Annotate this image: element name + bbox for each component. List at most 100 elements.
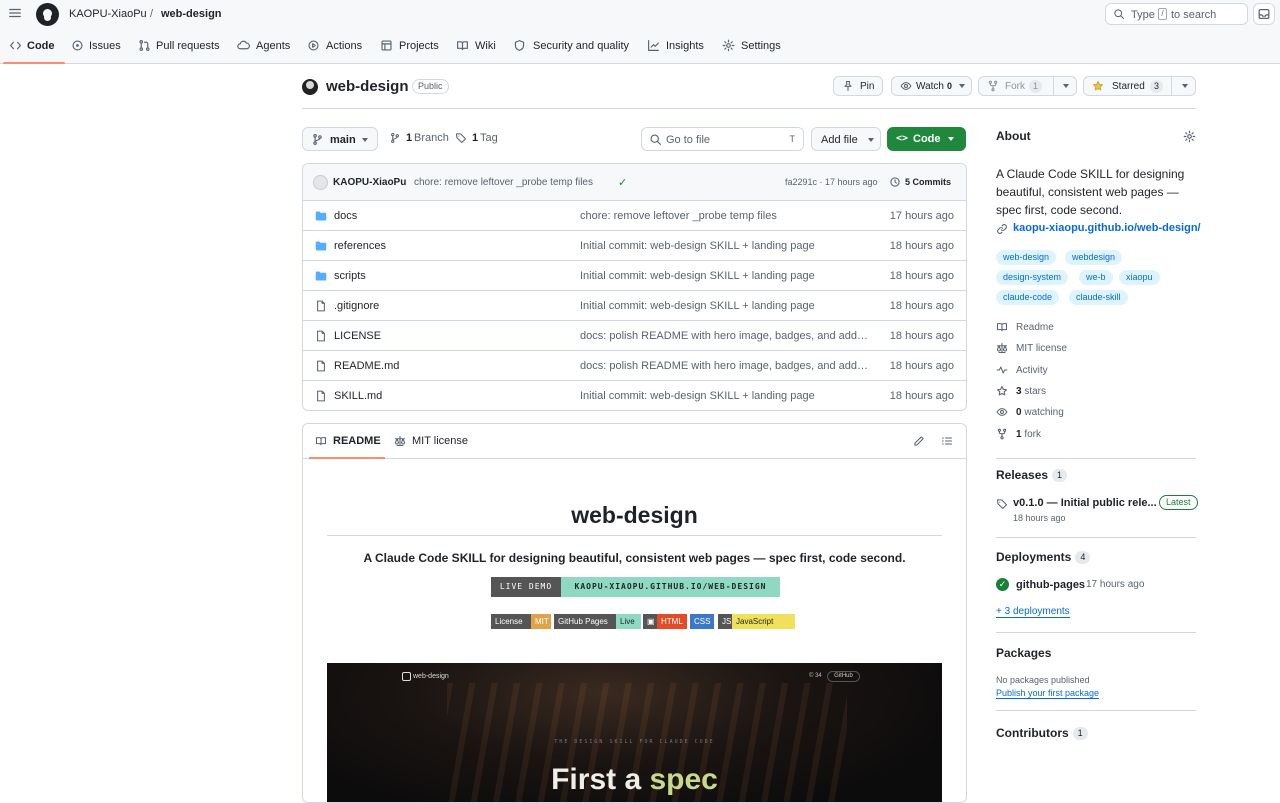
topic-tag[interactable]: claude-skill <box>1069 290 1128 305</box>
file-commit-message[interactable]: Initial commit: web-design SKILL + landi… <box>580 270 870 282</box>
divider <box>996 537 1196 538</box>
publish-package-link[interactable]: Publish your first package <box>996 688 1100 699</box>
meta-text: Readme <box>1016 322 1054 333</box>
starred-button[interactable]: Starred 3 <box>1083 76 1196 96</box>
breadcrumb-separator: / <box>150 8 154 20</box>
topic-tag[interactable]: design-system <box>996 270 1069 285</box>
tab-license[interactable]: MIT license <box>394 424 474 459</box>
tab-pull-requests[interactable]: Pull requests <box>138 36 223 64</box>
commit-message[interactable]: chore: remove leftover _probe temp files <box>414 177 593 188</box>
tab-agents[interactable]: Agents <box>237 36 292 64</box>
contributors-heading[interactable]: Contributors 1 <box>996 726 1196 740</box>
search-hint: to search <box>1171 9 1217 21</box>
file-commit-message[interactable]: docs: polish README with hero image, bad… <box>580 360 870 372</box>
inbox-button[interactable] <box>1253 3 1275 25</box>
file-commit-message[interactable]: chore: remove leftover _probe temp files <box>580 210 870 222</box>
avatar[interactable] <box>313 175 328 190</box>
releases-heading[interactable]: Releases 1 <box>996 468 1196 482</box>
tag-count: 1 <box>472 132 479 144</box>
table-row[interactable]: SKILL.md Initial commit: web-design SKILL… <box>303 381 966 410</box>
badge-value: MIT <box>531 614 551 629</box>
file-name[interactable]: scripts <box>334 270 366 282</box>
tab-wiki[interactable]: Wiki <box>456 36 498 64</box>
file-commit-message[interactable]: docs: polish README with hero image, bad… <box>580 330 870 342</box>
chevron-down-icon <box>868 138 874 142</box>
topic-tag[interactable]: we-b <box>1079 270 1113 285</box>
list-icon[interactable] <box>941 435 953 447</box>
readme-panel: README MIT license web-design A Claude C… <box>302 423 967 803</box>
commit-author[interactable]: KAOPU-XiaoPu <box>333 177 406 188</box>
pencil-icon[interactable] <box>913 435 925 447</box>
commit-sha-time[interactable]: fa2291c · 17 hours ago <box>785 177 878 187</box>
tab-settings[interactable]: Settings <box>722 36 782 64</box>
avatar[interactable] <box>302 79 318 95</box>
watch-button[interactable]: Watch 0 <box>891 76 972 96</box>
tab-readme[interactable]: README <box>309 424 385 459</box>
file-name[interactable]: docs <box>334 210 357 222</box>
tab-projects[interactable]: Projects <box>380 36 442 64</box>
topic-tag[interactable]: web-design <box>996 250 1057 265</box>
table-row[interactable]: README.md docs: polish README with hero i… <box>303 351 966 381</box>
deployments-heading[interactable]: Deployments 4 <box>996 550 1196 564</box>
table-row[interactable]: LICENSE docs: polish README with hero ima… <box>303 321 966 351</box>
meta-label: watching <box>1021 407 1064 419</box>
meta-text: 1 fork <box>1016 429 1041 440</box>
topic-tag[interactable]: webdesign <box>1065 250 1123 265</box>
topic-tag[interactable]: xiaopu <box>1119 270 1160 285</box>
table-row[interactable]: docs chore: remove leftover _probe temp f… <box>303 201 966 231</box>
breadcrumb-owner[interactable]: KAOPU-XiaoPu <box>69 8 147 20</box>
table-row[interactable]: .gitignore Initial commit: web-design SKI… <box>303 291 966 321</box>
branch-selector[interactable]: main <box>302 127 378 151</box>
table-row[interactable]: scripts Initial commit: web-design SKILL … <box>303 261 966 291</box>
add-file-button[interactable]: Add file <box>811 127 881 151</box>
file-commit-message[interactable]: Initial commit: web-design SKILL + landi… <box>580 240 870 252</box>
meta-text: Activity <box>1016 365 1048 376</box>
search-icon <box>1114 9 1125 20</box>
code-button[interactable]: <> Code <box>887 127 966 151</box>
release-name[interactable]: v0.1.0 — Initial public rele... <box>1013 497 1157 509</box>
packages-heading[interactable]: Packages <box>996 646 1196 660</box>
tab-code[interactable]: Code <box>3 36 65 64</box>
branch-icon <box>391 132 399 144</box>
github-logo-icon[interactable] <box>36 3 59 26</box>
tab-label: Insights <box>666 40 704 52</box>
file-icon <box>317 390 325 402</box>
topic-tag[interactable]: claude-code <box>996 290 1060 305</box>
code-icon <box>10 41 21 50</box>
gear-icon[interactable] <box>1183 130 1196 143</box>
folder-icon <box>315 211 327 221</box>
more-deployments-link[interactable]: + 3 deployments <box>996 606 1070 618</box>
deployment-name[interactable]: github-pages <box>1016 579 1085 591</box>
file-name[interactable]: LICENSE <box>334 330 381 342</box>
tab-label: Agents <box>256 40 291 52</box>
file-commit-message[interactable]: Initial commit: web-design SKILL + landi… <box>580 390 870 402</box>
tab-issues[interactable]: Issues <box>71 36 126 64</box>
pin-button[interactable]: Pin <box>833 76 883 96</box>
badge-label: ▣ <box>643 614 657 629</box>
table-icon <box>381 40 392 51</box>
fork-count: 1 <box>1029 80 1043 93</box>
repo-title[interactable]: web-design <box>326 78 409 95</box>
about-description: A Claude Code SKILL for designing beauti… <box>996 167 1185 217</box>
tab-security[interactable]: Security and quality <box>513 36 631 64</box>
search-icon <box>650 134 661 145</box>
file-name[interactable]: SKILL.md <box>334 390 382 402</box>
tab-insights[interactable]: Insights <box>647 36 705 64</box>
breadcrumb-repo[interactable]: web-design <box>161 8 222 20</box>
file-commit-message[interactable]: Initial commit: web-design SKILL + landi… <box>580 300 870 312</box>
file-name[interactable]: README.md <box>334 360 399 372</box>
file-name[interactable]: .gitignore <box>334 300 379 312</box>
contributors-title: Contributors <box>996 726 1069 740</box>
table-row[interactable]: references Initial commit: web-design SKI… <box>303 231 966 261</box>
check-icon[interactable]: ✓ <box>618 176 627 189</box>
menu-icon[interactable] <box>8 6 22 20</box>
fork-button[interactable]: Fork 1 <box>978 76 1077 96</box>
hero-headline-a: First a <box>551 763 650 796</box>
file-name[interactable]: references <box>334 240 386 252</box>
repo-nav: Code Issues Pull requests Agents Actions… <box>0 36 1280 64</box>
go-to-file-input[interactable]: Go to file T <box>641 127 804 151</box>
chevron-down-icon <box>959 84 965 88</box>
file-age: 18 hours ago <box>889 270 954 282</box>
search-input[interactable]: Type / to search <box>1105 3 1248 25</box>
tab-actions[interactable]: Actions <box>307 36 365 64</box>
